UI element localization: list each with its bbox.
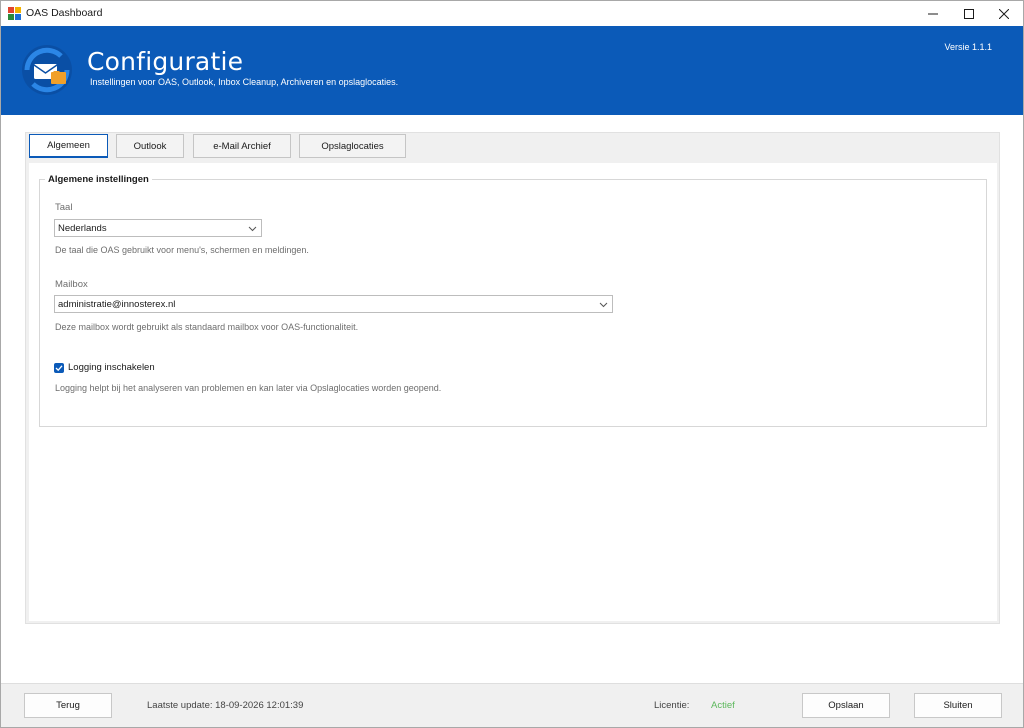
window-title: OAS Dashboard [26, 7, 103, 19]
save-button-label: Opslaan [828, 700, 864, 711]
page-title: Configuratie [87, 47, 244, 76]
tab-opslaglocaties[interactable]: Opslaglocaties [299, 134, 406, 158]
chevron-down-icon [248, 226, 257, 232]
mail-settings-icon [22, 45, 72, 95]
last-update-text: Laatste update: 18-09-2026 12:01:39 [147, 700, 304, 711]
tab-label: Opslaglocaties [321, 140, 384, 152]
language-value: Nederlands [58, 222, 107, 234]
app-icon [8, 7, 21, 20]
tab-label: e-Mail Archief [213, 140, 271, 152]
tab-email-archief[interactable]: e-Mail Archief [193, 134, 291, 158]
header-banner: Configuratie Instellingen voor OAS, Outl… [1, 26, 1023, 115]
language-hint: De taal die OAS gebruikt voor menu's, sc… [55, 245, 309, 255]
page-subtitle: Instellingen voor OAS, Outlook, Inbox Cl… [90, 77, 399, 87]
minimize-button[interactable] [913, 1, 953, 26]
chevron-down-icon [599, 302, 608, 308]
language-select[interactable]: Nederlands [54, 219, 262, 237]
back-button-label: Terug [56, 700, 80, 711]
tab-algemeen[interactable]: Algemeen [29, 134, 108, 158]
mailbox-value: administratie@innosterex.nl [58, 298, 176, 310]
footer-bar: Terug Laatste update: 18-09-2026 12:01:3… [1, 683, 1023, 727]
logging-label[interactable]: Logging inschakelen [68, 362, 155, 373]
tab-panel-algemeen: Algemene instellingen Taal Nederlands De… [29, 163, 997, 621]
license-label: Licentie: [654, 700, 690, 711]
tab-outlook[interactable]: Outlook [116, 134, 184, 158]
logging-hint: Logging helpt bij het analyseren van pro… [55, 383, 442, 393]
close-icon [999, 8, 1009, 19]
maximize-icon [964, 8, 974, 19]
mailbox-select[interactable]: administratie@innosterex.nl [54, 295, 613, 313]
minimize-icon [928, 13, 938, 14]
tab-label: Outlook [133, 140, 167, 152]
app-window: OAS Dashboard Configuratie Instellingen … [0, 0, 1024, 728]
checkmark-icon [55, 365, 63, 372]
content-frame: Algemeen Outlook e-Mail Archief Opslaglo… [25, 132, 1000, 624]
close-window-button[interactable] [984, 1, 1023, 26]
close-button[interactable]: Sluiten [914, 693, 1002, 718]
general-settings-group: Algemene instellingen Taal Nederlands De… [39, 174, 987, 427]
language-label: Taal [55, 202, 73, 213]
close-button-label: Sluiten [943, 700, 973, 711]
license-status: Actief [711, 700, 735, 711]
back-button[interactable]: Terug [24, 693, 112, 718]
tab-label: Algemeen [47, 140, 90, 151]
mailbox-hint: Deze mailbox wordt gebruikt als standaar… [55, 322, 359, 332]
logging-checkbox[interactable] [54, 363, 64, 373]
version-label: Versie 1.1.1 [944, 42, 992, 52]
mailbox-label: Mailbox [55, 279, 88, 290]
group-title: Algemene instellingen [45, 174, 152, 185]
save-button[interactable]: Opslaan [802, 693, 890, 718]
title-bar: OAS Dashboard [1, 1, 1023, 26]
maximize-button[interactable] [949, 1, 989, 26]
